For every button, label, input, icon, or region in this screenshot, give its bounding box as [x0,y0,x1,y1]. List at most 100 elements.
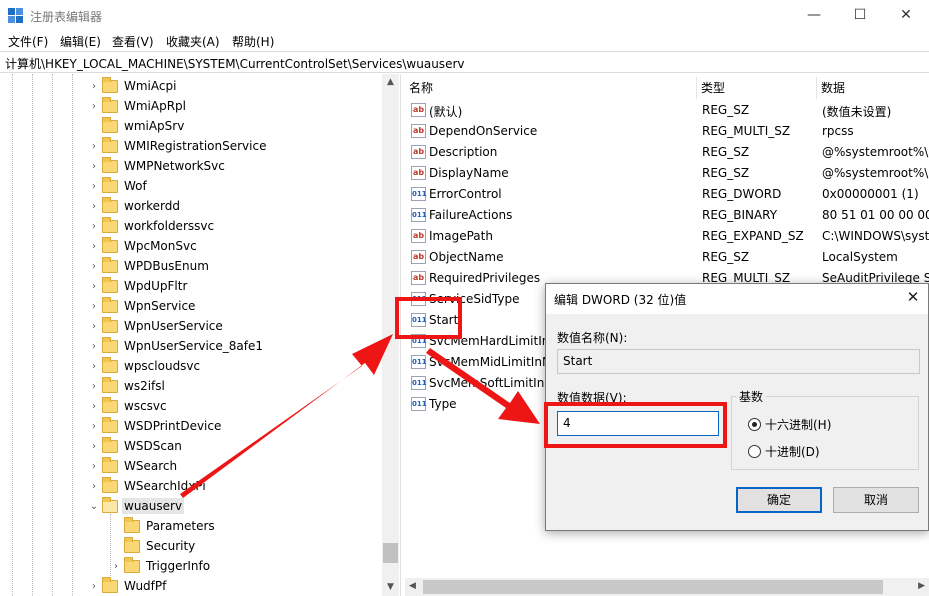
chevron-right-icon[interactable]: › [88,201,100,212]
column-type[interactable]: 类型 [697,77,817,99]
tree-item[interactable]: › WSearchIdxPi [88,476,208,496]
tree-item[interactable]: › Wof [88,176,149,196]
maximize-button[interactable]: ☐ [837,0,883,30]
chevron-right-icon[interactable]: › [88,461,100,472]
value-row[interactable]: ab (默认) REG_SZ (数值未设置) [405,100,929,121]
hex-radio[interactable]: 十六进制(H) [748,416,831,433]
scroll-down-icon[interactable]: ▼ [382,579,399,596]
key-tree[interactable]: › WmiAcpi › WmiApRpl wmiApSrv › WMIRegistratio… [0,74,400,596]
folder-icon [102,316,118,333]
value-row[interactable]: 011 ErrorControl REG_DWORD 0x00000001 (1) [405,184,929,205]
tree-item[interactable]: › wpscloudsvc [88,356,202,376]
chevron-right-icon[interactable]: › [88,161,100,172]
tree-item[interactable]: › WmiApRpl [88,96,188,116]
value-data: 80 51 01 00 00 00 [822,208,929,222]
value-row[interactable]: ab ObjectName REG_SZ LocalSystem [405,247,929,268]
chevron-right-icon[interactable]: › [88,241,100,252]
scroll-thumb[interactable] [383,543,398,563]
value-row[interactable]: ab DependOnService REG_MULTI_SZ rpcss [405,121,929,142]
chevron-right-icon[interactable]: › [88,261,100,272]
tree-item[interactable]: › WpdUpFltr [88,276,189,296]
tree-item[interactable]: › WpnService [88,296,197,316]
tree-item[interactable]: Parameters [110,516,217,536]
tree-item[interactable]: › WSDPrintDevice [88,416,223,436]
value-name-label: 数值名称(N): [557,331,628,345]
hex-radio-label: 十六进制(H) [765,418,832,432]
tree-item[interactable]: › WpcMonSvc [88,236,199,256]
tree-item[interactable]: › WudfPf [88,576,168,596]
dec-radio-label: 十进制(D) [765,445,820,459]
tree-item-label: wpscloudsvc [124,359,201,373]
chevron-right-icon[interactable]: › [88,141,100,152]
scroll-up-icon[interactable]: ▲ [382,74,399,91]
chevron-right-icon[interactable]: › [88,581,100,592]
cancel-button[interactable]: 取消 [833,487,919,513]
tree-item[interactable]: wmiApSrv [88,116,186,136]
tree-item[interactable]: › WpnUserService [88,316,225,336]
tree-item[interactable]: › wscsvc [88,396,169,416]
tree-item-label: WmiApRpl [124,99,187,113]
menu-edit[interactable]: 编辑(E) [60,33,101,50]
chevron-right-icon[interactable]: › [88,301,100,312]
chevron-right-icon[interactable]: › [110,561,122,572]
tree-item-label: Security [146,539,196,553]
radio-unselected-icon[interactable] [748,445,761,458]
chevron-right-icon[interactable]: › [88,441,100,452]
scroll-right-icon[interactable]: ▶ [918,581,925,591]
chevron-right-icon[interactable]: › [88,341,100,352]
chevron-right-icon[interactable]: › [88,421,100,432]
dialog-title: 编辑 DWORD (32 位)值 [554,293,687,307]
dialog-close-icon[interactable]: ✕ [903,288,923,308]
ok-button[interactable]: 确定 [736,487,822,513]
dec-radio[interactable]: 十进制(D) [748,443,820,460]
tree-item[interactable]: › WmiAcpi [88,76,178,96]
chevron-right-icon[interactable]: › [88,181,100,192]
folder-icon [124,536,140,553]
chevron-right-icon[interactable]: › [88,361,100,372]
tree-item[interactable]: › TriggerInfo [110,556,212,576]
scroll-left-icon[interactable]: ◀ [409,581,416,591]
radio-selected-icon[interactable] [748,418,761,431]
tree-item[interactable]: › workerdd [88,196,182,216]
menu-file[interactable]: 文件(F) [8,33,48,50]
value-type: REG_MULTI_SZ [702,124,791,138]
folder-icon [102,256,118,273]
chevron-right-icon[interactable]: › [88,221,100,232]
value-data: rpcss [822,124,854,138]
column-name[interactable]: 名称 [405,77,697,99]
scroll-thumb[interactable] [423,580,883,594]
chevron-right-icon[interactable]: › [88,81,100,92]
chevron-right-icon[interactable]: › [88,481,100,492]
address-bar[interactable]: 计算机\HKEY_LOCAL_MACHINE\SYSTEM\CurrentCon… [0,51,929,73]
tree-item[interactable]: › workfolderssvc [88,216,216,236]
list-horizontal-scrollbar[interactable]: ◀ ▶ [405,578,929,596]
value-row[interactable]: 011 FailureActions REG_BINARY 80 51 01 00 0… [405,205,929,226]
tree-item[interactable]: › WSDScan [88,436,184,456]
menu-help[interactable]: 帮助(H) [232,33,274,50]
tree-item[interactable]: › WSearch [88,456,179,476]
column-data[interactable]: 数据 [817,77,929,99]
folder-icon [102,276,118,293]
chevron-right-icon[interactable]: › [88,321,100,332]
tree-item[interactable]: ⌄ wuauserv [88,496,185,516]
tree-item[interactable]: › WpnUserService_8afe1 [88,336,265,356]
tree-item-label: wuauserv [122,498,185,514]
value-row[interactable]: ab Description REG_SZ @%systemroot%\ [405,142,929,163]
tree-item[interactable]: › WPDBusEnum [88,256,211,276]
value-row[interactable]: ab DisplayName REG_SZ @%systemroot%\ [405,163,929,184]
tree-item[interactable]: Security [110,536,197,556]
chevron-right-icon[interactable]: › [88,101,100,112]
value-row[interactable]: ab ImagePath REG_EXPAND_SZ C:\WINDOWS\syst [405,226,929,247]
chevron-right-icon[interactable]: › [88,381,100,392]
chevron-right-icon[interactable]: › [88,401,100,412]
tree-item[interactable]: › WMPNetworkSvc [88,156,227,176]
menu-favorites[interactable]: 收藏夹(A) [166,33,220,50]
chevron-down-icon[interactable]: ⌄ [88,501,100,512]
minimize-button[interactable]: — [791,0,837,30]
close-button[interactable]: ✕ [883,0,929,30]
tree-item-label: WpcMonSvc [124,239,197,253]
chevron-right-icon[interactable]: › [88,281,100,292]
tree-item[interactable]: › WMIRegistrationService [88,136,268,156]
tree-item[interactable]: › ws2ifsl [88,376,167,396]
menu-view[interactable]: 查看(V) [112,33,154,50]
